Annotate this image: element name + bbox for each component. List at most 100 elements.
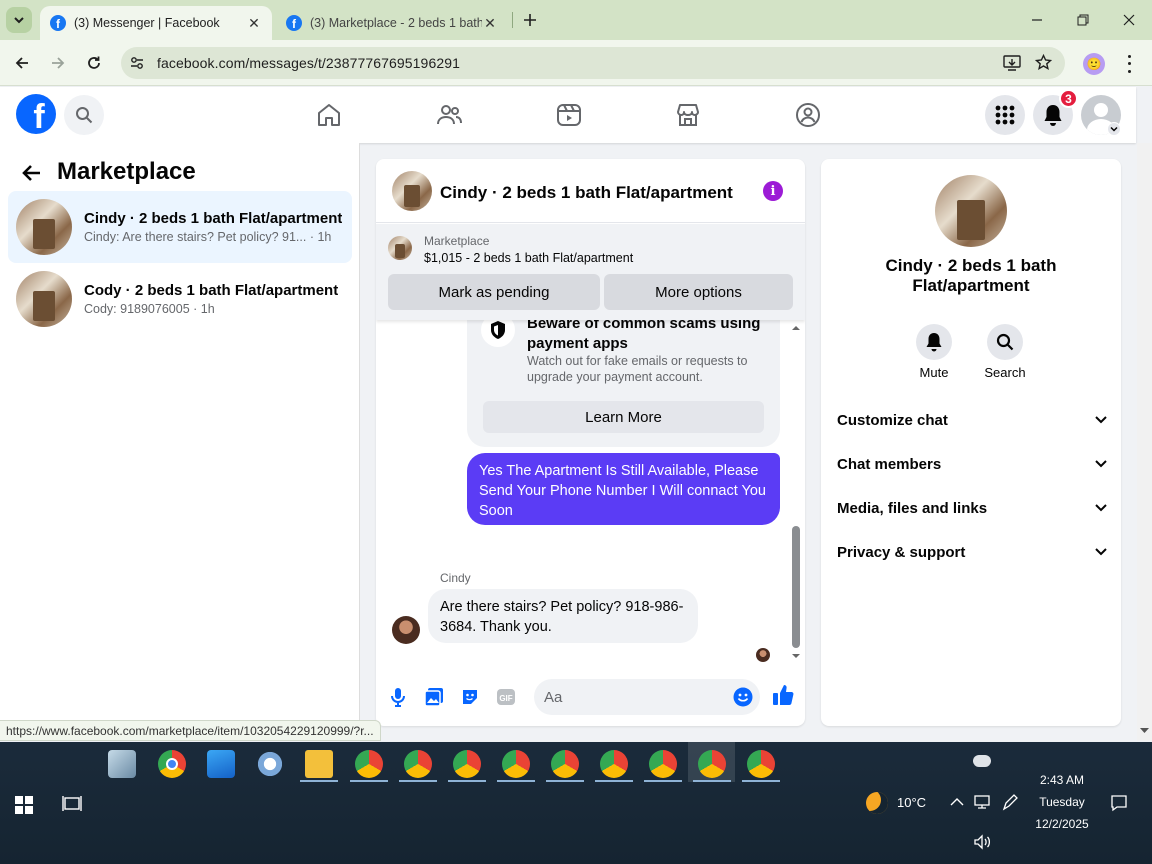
sticker-button[interactable] (456, 683, 484, 711)
onedrive-cloud-icon[interactable] (973, 755, 991, 767)
url-text[interactable]: facebook.com/messages/t/2387776769519629… (157, 55, 460, 71)
page-scrollbar[interactable] (1137, 143, 1152, 741)
chrome-profile-icon[interactable] (600, 750, 628, 778)
chrome-profile-icon[interactable] (453, 750, 481, 778)
marketplace-nav[interactable] (668, 95, 708, 135)
chrome-profile-icon[interactable] (355, 750, 383, 778)
scrollbar-thumb[interactable] (792, 526, 800, 648)
forward-button[interactable] (46, 51, 70, 75)
facebook-search-button[interactable] (64, 95, 104, 135)
close-window-button[interactable] (1117, 8, 1141, 32)
pen-icon[interactable] (1001, 794, 1019, 812)
conversation-item-cindy[interactable]: Cindy · 2 beds 1 bath Flat/apartment Cin… (8, 191, 352, 263)
video-nav[interactable] (549, 95, 589, 135)
tab-marketplace[interactable]: f (3) Marketplace - 2 beds 1 bath ✕ (276, 6, 508, 40)
emoji-icon[interactable] (733, 687, 753, 707)
snipping-tool-icon[interactable] (256, 750, 284, 778)
site-settings-icon[interactable] (130, 56, 144, 70)
task-view-icon[interactable] (62, 794, 82, 814)
more-options-button[interactable]: More options (604, 274, 793, 310)
minimize-button[interactable] (1025, 8, 1049, 32)
volume-icon[interactable] (973, 834, 991, 850)
chevron-up-icon[interactable] (950, 797, 964, 807)
restore-button[interactable] (1071, 8, 1095, 32)
message-input[interactable]: Aa (534, 679, 760, 715)
search-icon (996, 333, 1014, 351)
chrome-profile-icon[interactable] (747, 750, 775, 778)
install-app-icon[interactable] (1003, 55, 1021, 71)
gif-icon: GIF (497, 689, 515, 705)
mute-label: Mute (919, 365, 949, 380)
conversation-item-cody[interactable]: Cody · 2 beds 1 bath Flat/apartment Cody… (8, 263, 352, 335)
privacy-support-row[interactable]: Privacy & support (837, 530, 1107, 574)
gif-button[interactable]: GIF (492, 683, 520, 711)
tab-search-button[interactable] (6, 7, 32, 33)
mute-button[interactable] (916, 324, 952, 360)
chat-title[interactable]: Cindy · 2 beds 1 bath Flat/apartment (440, 183, 733, 203)
clock-date[interactable]: 12/2/2025 (1030, 817, 1094, 831)
thumbs-up-icon (773, 685, 794, 705)
reload-button[interactable] (82, 51, 106, 75)
chrome-profile-icon[interactable] (502, 750, 530, 778)
facebook-logo-icon[interactable]: f (16, 94, 56, 134)
notepad-app-icon[interactable] (108, 750, 136, 778)
chat-members-row[interactable]: Chat members (837, 442, 1107, 486)
back-arrow-button[interactable] (20, 161, 44, 185)
profile-picture[interactable] (935, 175, 1007, 247)
listing-text[interactable]: $1,015 - 2 beds 1 bath Flat/apartment (424, 251, 633, 265)
media-files-links-row[interactable]: Media, files and links (837, 486, 1107, 530)
moon-weather-icon[interactable] (866, 792, 888, 814)
chrome-menu-icon[interactable] (1121, 53, 1137, 75)
weather-temp[interactable]: 10°C (897, 795, 926, 810)
listing-thumbnail[interactable] (388, 236, 412, 260)
like-button[interactable] (769, 681, 797, 709)
clock-day[interactable]: Tuesday (1030, 795, 1094, 809)
account-chevron-icon[interactable] (1107, 122, 1121, 136)
new-tab-button[interactable] (518, 8, 542, 32)
chrome-profile-icon[interactable] (551, 750, 579, 778)
chat-avatar[interactable] (392, 171, 432, 211)
scroll-down-icon[interactable] (1140, 727, 1149, 734)
search-in-chat-button[interactable] (987, 324, 1023, 360)
profile-avatar-icon[interactable]: 🙂 (1083, 53, 1105, 75)
app-running-indicator (742, 780, 780, 782)
friends-icon (437, 105, 462, 125)
attach-photo-button[interactable] (420, 683, 448, 711)
scroll-up-icon[interactable] (791, 324, 801, 332)
incoming-message[interactable]: Are there stairs? Pet policy? 918-986-36… (428, 589, 698, 643)
windows-start-icon[interactable] (15, 796, 33, 814)
chat-scrollbar[interactable] (790, 324, 802, 662)
chrome-profile-icon[interactable] (404, 750, 432, 778)
chrome-profile-icon[interactable] (649, 750, 677, 778)
outgoing-message[interactable]: Yes The Apartment Is Still Available, Pl… (467, 453, 780, 525)
network-icon[interactable] (973, 794, 991, 810)
facebook-favicon-icon: f (50, 15, 66, 31)
groups-nav[interactable] (788, 95, 828, 135)
back-button[interactable] (10, 51, 34, 75)
learn-more-button[interactable]: Learn More (483, 401, 764, 433)
home-nav[interactable] (309, 95, 349, 135)
facebook-favicon-icon: f (286, 15, 302, 31)
file-explorer-icon[interactable] (305, 750, 333, 778)
arrow-right-icon (52, 57, 65, 69)
friends-nav[interactable] (429, 95, 469, 135)
voice-clip-button[interactable] (384, 683, 412, 711)
close-tab-icon[interactable]: ✕ (482, 15, 498, 32)
bookmark-star-icon[interactable] (1035, 54, 1052, 71)
info-icon[interactable]: i (763, 181, 783, 201)
address-bar[interactable]: facebook.com/messages/t/2387776769519629… (121, 47, 1065, 79)
customize-chat-row[interactable]: Customize chat (837, 398, 1107, 442)
close-tab-icon[interactable]: ✕ (246, 15, 262, 32)
notification-center-icon[interactable] (1110, 794, 1128, 812)
scroll-down-icon[interactable] (791, 652, 801, 660)
sender-avatar[interactable] (392, 616, 420, 644)
clock-time[interactable]: 2:43 AM (1030, 773, 1094, 787)
video-icon (557, 104, 581, 126)
chat-pane: Cindy · 2 beds 1 bath Flat/apartment i B… (376, 159, 805, 726)
tab-messenger[interactable]: f (3) Messenger | Facebook ✕ (40, 6, 272, 40)
mark-as-pending-button[interactable]: Mark as pending (388, 274, 600, 310)
menu-button[interactable] (985, 95, 1025, 135)
photos-app-icon[interactable] (207, 750, 235, 778)
chrome-app-icon[interactable] (158, 750, 186, 778)
chrome-profile-icon[interactable] (698, 750, 726, 778)
